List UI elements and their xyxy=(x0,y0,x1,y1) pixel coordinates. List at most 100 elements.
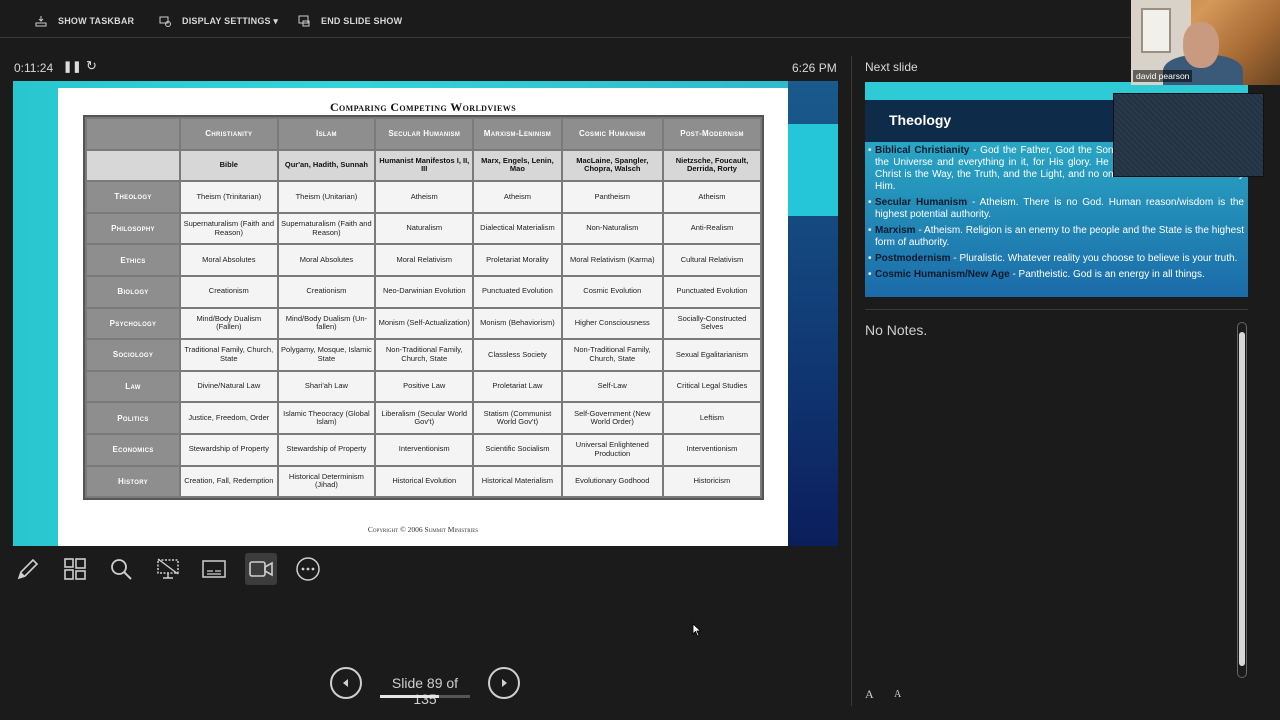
current-time: 6:26 PM xyxy=(792,61,837,75)
table-cell: Historical Evolution xyxy=(376,466,473,497)
table-row: Law Divine/Natural Law Shari'ah Law Positiv… xyxy=(87,371,760,402)
next-slide-bullet: Marxism - Atheism. Religion is an enemy … xyxy=(868,225,1244,249)
table-column-header: Secular Humanism xyxy=(376,119,473,149)
table-corner xyxy=(87,150,179,181)
table-cell: Positive Law xyxy=(376,371,473,402)
display-settings-button[interactable]: DISPLAY SETTINGS ▾ xyxy=(158,14,278,28)
camera-icon xyxy=(249,561,273,577)
table-cell: Anti-Realism xyxy=(663,213,760,244)
bullet-text: - Pluralistic. Whatever reality you choo… xyxy=(950,253,1238,264)
table-source-cell: Qur'an, Hadith, Sunnah xyxy=(278,150,375,181)
slide-page: Comparing Competing Worldviews Christian… xyxy=(58,88,788,546)
table-cell: Non-Traditional Family, Church, State xyxy=(376,340,473,370)
pen-tool-button[interactable] xyxy=(12,553,44,585)
table-source-cell: Marx, Engels, Lenin, Mao xyxy=(474,150,561,181)
pointer-screen-icon xyxy=(157,558,179,579)
table-cell: Scientific Socialism xyxy=(474,434,561,465)
table-row-header: Economics xyxy=(87,434,179,465)
see-all-slides-button[interactable] xyxy=(59,553,91,585)
slide-counter[interactable]: Slide 89 of 135 xyxy=(380,675,470,707)
toolbar-divider xyxy=(0,37,1130,38)
table-cell: Non-Naturalism xyxy=(562,213,662,244)
reset-timer-icon[interactable]: ↻ xyxy=(86,58,97,74)
table-cell: Historical Determinism (Jihad) xyxy=(278,466,375,497)
slide-tools xyxy=(12,553,338,585)
table-row-header: Biology xyxy=(87,276,179,307)
table-cell: Self-Law xyxy=(562,371,662,402)
table-row-header: Ethics xyxy=(87,245,179,275)
speaker-notes[interactable]: No Notes. xyxy=(865,322,927,338)
table-cell: Monism (Self-Actualization) xyxy=(376,308,473,339)
table-cell: Punctuated Evolution xyxy=(663,276,760,307)
more-options-icon xyxy=(295,557,320,581)
more-options-button[interactable] xyxy=(292,553,324,585)
pause-icon[interactable]: ❚❚ xyxy=(63,60,81,73)
slide-copyright: Copyright © 2006 Summit Ministries xyxy=(367,525,479,534)
top-toolbar: SHOW TASKBAR DISPLAY SETTINGS ▾ END SLID… xyxy=(0,0,1280,40)
increase-font-button[interactable]: A xyxy=(865,687,874,702)
table-column-header: Marxism-Leninism xyxy=(474,119,561,149)
table-cell: Justice, Freedom, Order xyxy=(181,403,277,433)
panel-divider[interactable] xyxy=(851,56,852,706)
camera-toggle-button[interactable] xyxy=(244,553,277,585)
table-cell: Theism (Trinitarian) xyxy=(181,182,277,212)
bullet-term: Biblical Christianity xyxy=(875,145,970,156)
slide-progress-fill xyxy=(380,695,440,698)
table-cell: Cosmic Evolution xyxy=(562,276,662,307)
table-cell: Critical Legal Studies xyxy=(663,371,760,402)
table-cell: Interventionism xyxy=(376,434,473,465)
display-settings-label: DISPLAY SETTINGS ▾ xyxy=(182,15,279,26)
next-slide-bullet: Postmodernism - Pluralistic. Whatever re… xyxy=(868,253,1244,265)
table-cell: Creation, Fall, Redemption xyxy=(181,466,277,497)
table-row: Politics Justice, Freedom, Order Islamic T… xyxy=(87,403,760,433)
table-column-header: Islam xyxy=(278,119,375,149)
next-slide-bullet: Cosmic Humanism/New Age - Pantheistic. G… xyxy=(868,269,1244,281)
next-slide-title: Theology xyxy=(889,112,952,128)
table-cell: Theism (Unitarian) xyxy=(278,182,375,212)
table-cell: Mind/Body Dualism (Un-fallen) xyxy=(278,308,375,339)
table-row-header: Psychology xyxy=(87,308,179,339)
table-cell: Liberalism (Secular World Gov't) xyxy=(376,403,473,433)
show-taskbar-button[interactable]: SHOW TASKBAR xyxy=(34,14,134,28)
current-slide[interactable]: Comparing Competing Worldviews Christian… xyxy=(13,81,838,546)
table-cell: Non-Traditional Family, Church, State xyxy=(562,340,662,370)
next-slide-bullet: Secular Humanism - Atheism. There is no … xyxy=(868,197,1244,221)
table-cell: Atheism xyxy=(376,182,473,212)
bullet-term: Marxism xyxy=(875,225,916,236)
table-row: Sociology Traditional Family, Church, Sta… xyxy=(87,340,760,370)
table-cell: Traditional Family, Church, State xyxy=(181,340,277,370)
zoom-icon xyxy=(111,559,132,580)
table-cell: Stewardship of Property xyxy=(278,434,375,465)
previous-slide-button[interactable] xyxy=(330,667,362,699)
table-cell: Monism (Behaviorism) xyxy=(474,308,561,339)
table-cell: Cultural Relativism xyxy=(663,245,760,275)
slide-teal-strip xyxy=(788,124,838,216)
zoom-button[interactable] xyxy=(105,553,137,585)
table-cell: Divine/Natural Law xyxy=(181,371,277,402)
next-slide-button[interactable] xyxy=(488,667,520,699)
next-arrow-icon xyxy=(502,679,507,687)
end-show-icon xyxy=(298,15,310,27)
display-settings-icon xyxy=(159,16,171,27)
table-cell: Punctuated Evolution xyxy=(474,276,561,307)
table-column-header: Post-Modernism xyxy=(663,119,760,149)
table-cell: Interventionism xyxy=(663,434,760,465)
table-cell: Historicism xyxy=(663,466,760,497)
table-cell: Moral Absolutes xyxy=(181,245,277,275)
presenter-view: SHOW TASKBAR DISPLAY SETTINGS ▾ END SLID… xyxy=(0,0,1280,720)
end-slide-show-button[interactable]: END SLIDE SHOW xyxy=(297,14,402,28)
table-cell: Historical Materialism xyxy=(474,466,561,497)
slide-progress-bar xyxy=(380,695,470,698)
table-cell: Islamic Theocracy (Global Islam) xyxy=(278,403,375,433)
black-screen-button[interactable] xyxy=(152,553,184,585)
table-cell: Statism (Communist World Gov't) xyxy=(474,403,561,433)
next-slide-label: Next slide xyxy=(865,60,918,74)
table-cell: Supernaturalism (Faith and Reason) xyxy=(278,213,375,244)
table-cell: Neo-Darwinian Evolution xyxy=(376,276,473,307)
subtitles-button[interactable] xyxy=(198,553,230,585)
table-cell: Stewardship of Property xyxy=(181,434,277,465)
table-row-header: Law xyxy=(87,371,179,402)
table-cell: Evolutionary Godhood xyxy=(562,466,662,497)
decrease-font-button[interactable]: A xyxy=(894,689,901,700)
notes-scrollbar-thumb[interactable] xyxy=(1239,332,1245,666)
